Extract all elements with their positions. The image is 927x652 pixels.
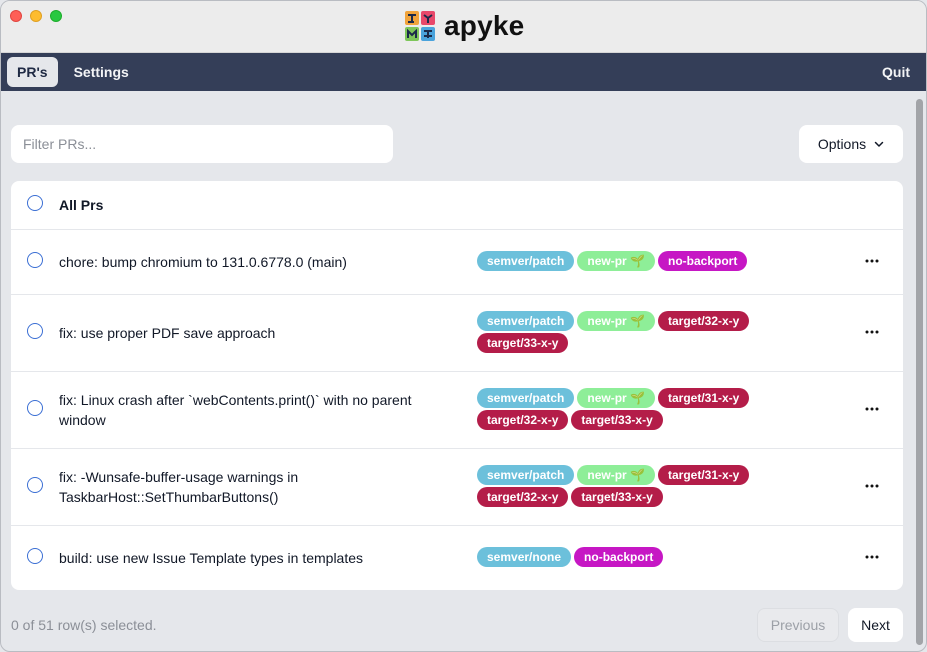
label-badge: new-pr 🌱 — [577, 388, 655, 408]
pr-title: chore: bump chromium to 131.0.6778.0 (ma… — [59, 254, 347, 270]
label-badge: new-pr 🌱 — [577, 311, 655, 331]
label-badge: target/32-x-y — [477, 410, 569, 430]
label-badge: target/33-x-y — [477, 333, 569, 353]
label-badge: new-pr 🌱 — [577, 465, 655, 485]
label-badge: no-backport — [657, 251, 748, 271]
close-window-button[interactable] — [10, 10, 22, 22]
pr-table: All Prs chore: bump chromium to 131.0.67… — [11, 181, 903, 590]
window-controls — [10, 10, 62, 22]
table-header-row: All Prs — [11, 181, 903, 230]
options-label: Options — [817, 136, 867, 152]
scrollbar-thumb[interactable] — [916, 99, 923, 645]
quit-button[interactable]: Quit — [882, 53, 910, 91]
app-brand: apyke — [404, 10, 524, 42]
label-badge: semver/patch — [477, 311, 575, 331]
chevron-down-icon — [874, 141, 884, 147]
pr-labels: semver/patch new-pr 🌱 no-backport — [477, 251, 777, 271]
pr-title: fix: Linux crash after `webContents.prin… — [59, 392, 412, 428]
minimize-window-button[interactable] — [30, 10, 42, 22]
previous-page-button[interactable]: Previous — [757, 608, 839, 642]
selection-status: 0 of 51 row(s) selected. — [11, 617, 157, 633]
pr-labels: semver/patch new-pr 🌱 target/31-x-y targ… — [477, 388, 777, 430]
label-badge: target/31-x-y — [657, 388, 750, 408]
label-badge: target/33-x-y — [571, 410, 663, 430]
more-horizontal-icon[interactable] — [863, 477, 881, 495]
more-horizontal-icon[interactable] — [863, 548, 881, 566]
options-button[interactable]: Options — [799, 125, 903, 163]
label-badge: semver/patch — [477, 465, 575, 485]
filter-prs-input[interactable] — [11, 125, 393, 163]
puzzle-logo-icon — [405, 11, 435, 41]
label-badge: target/32-x-y — [657, 311, 750, 331]
top-nav: PR's Settings Quit — [1, 53, 926, 91]
table-row: fix: Linux crash after `webContents.prin… — [11, 372, 903, 449]
row-select-radio[interactable] — [27, 400, 43, 416]
label-badge: no-backport — [574, 547, 664, 567]
maximize-window-button[interactable] — [50, 10, 62, 22]
table-row: fix: use proper PDF save approach semver… — [11, 295, 903, 372]
next-page-button[interactable]: Next — [848, 608, 903, 642]
table-header-label: All Prs — [59, 197, 104, 213]
app-title: apyke — [444, 10, 525, 41]
row-select-radio[interactable] — [27, 477, 43, 493]
vertical-scrollbar[interactable] — [915, 99, 924, 645]
label-badge: semver/patch — [477, 251, 575, 271]
tab-prs[interactable]: PR's — [7, 57, 58, 87]
more-horizontal-icon[interactable] — [863, 252, 881, 270]
pr-labels: semver/none no-backport — [477, 547, 777, 567]
label-badge: target/31-x-y — [657, 465, 750, 485]
label-badge: new-pr 🌱 — [577, 251, 655, 271]
label-badge: target/33-x-y — [571, 487, 663, 507]
pr-labels: semver/patch new-pr 🌱 target/31-x-y targ… — [477, 465, 777, 507]
label-badge: target/32-x-y — [477, 487, 569, 507]
app-window: apyke PR's Settings Quit Options All Prs… — [0, 0, 927, 652]
label-badge: semver/patch — [477, 388, 575, 408]
select-all-radio[interactable] — [27, 195, 43, 211]
table-row: fix: -Wunsafe-buffer-usage warnings in T… — [11, 449, 903, 526]
more-horizontal-icon[interactable] — [863, 323, 881, 341]
pr-title: build: use new Issue Template types in t… — [59, 550, 364, 566]
title-bar: apyke — [1, 1, 926, 53]
row-select-radio[interactable] — [27, 548, 43, 564]
pr-labels: semver/patch new-pr 🌱 target/32-x-y targ… — [477, 311, 777, 353]
row-select-radio[interactable] — [27, 252, 43, 268]
pr-title: fix: -Wunsafe-buffer-usage warnings in T… — [59, 469, 299, 505]
pr-title: fix: use proper PDF save approach — [59, 325, 276, 341]
label-badge: semver/none — [477, 547, 572, 567]
table-row: chore: bump chromium to 131.0.6778.0 (ma… — [11, 230, 903, 295]
row-select-radio[interactable] — [27, 323, 43, 339]
more-horizontal-icon[interactable] — [863, 400, 881, 418]
table-row: build: use new Issue Template types in t… — [11, 526, 903, 590]
tab-settings[interactable]: Settings — [64, 57, 139, 87]
